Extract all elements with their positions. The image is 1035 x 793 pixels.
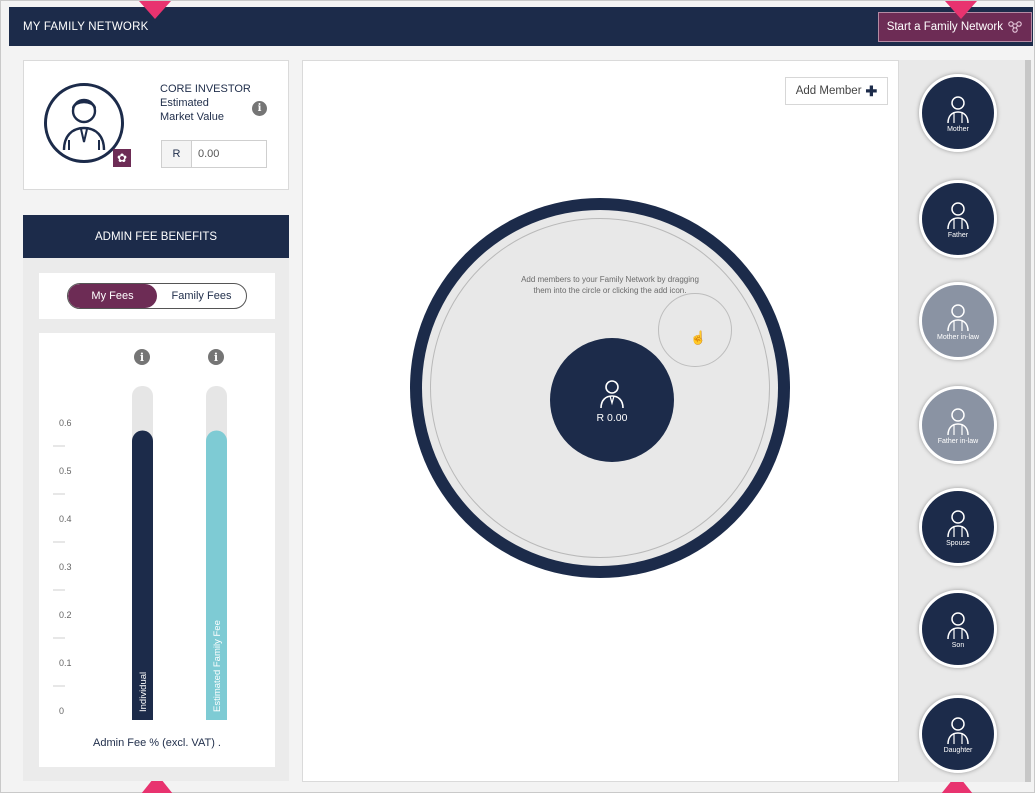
person-icon bbox=[947, 95, 969, 123]
network-drop-zone[interactable]: Add members to your Family Network by dr… bbox=[410, 198, 790, 578]
person-icon bbox=[947, 716, 969, 744]
member-label: Father in-law bbox=[937, 437, 979, 445]
core-amount: R 0.00 bbox=[596, 412, 628, 424]
person-icon bbox=[947, 611, 969, 639]
member-mother[interactable]: Mother bbox=[919, 74, 997, 152]
y-tick-label: 0.4 bbox=[59, 514, 72, 524]
market-value-label: Estimated Market Value bbox=[160, 97, 224, 123]
member-mother-in-law[interactable]: Mother in-law bbox=[919, 282, 997, 360]
bar-info-glyph: i bbox=[140, 351, 144, 364]
admin-fee-bar-chart: 0.6 0.5 0.4 0.3 0.2 0.1 0 i Individual i Estimated… bbox=[53, 349, 227, 720]
page-title: MY FAMILY NETWORK bbox=[23, 20, 149, 33]
chart-x-axis-label: Admin Fee % (excl. VAT) . bbox=[93, 737, 221, 749]
member-label: Mother in-law bbox=[936, 333, 979, 341]
family-network-area: Add Member ✚ Add members to your Family … bbox=[302, 60, 899, 782]
member-son[interactable]: Son bbox=[919, 590, 997, 668]
person-icon bbox=[947, 407, 969, 435]
member-rail-scrollbar[interactable] bbox=[1025, 60, 1031, 782]
admin-fee-heading: ADMIN FEE BENEFITS bbox=[23, 215, 289, 258]
person-icon bbox=[947, 201, 969, 229]
bar-category-label: Individual bbox=[138, 672, 149, 712]
fee-toggle[interactable]: My Fees Family Fees bbox=[67, 283, 247, 309]
my-fees-tab[interactable]: My Fees bbox=[68, 284, 157, 308]
core-investor-node[interactable]: R 0.00 bbox=[550, 338, 674, 462]
member-label: Daughter bbox=[943, 746, 973, 754]
y-tick-label: 0.3 bbox=[59, 562, 72, 572]
investor-label: CORE INVESTOR Estimated Market Value bbox=[160, 82, 255, 124]
settings-gear-icon[interactable]: ✿ bbox=[113, 149, 131, 167]
plus-icon: ✚ bbox=[865, 82, 878, 99]
start-family-network-label: Start a Family Network bbox=[886, 20, 1003, 33]
add-member-button[interactable]: Add Member ✚ bbox=[785, 77, 888, 105]
y-tick-label: 0.2 bbox=[59, 610, 72, 620]
pointer-marker-top-left bbox=[139, 1, 171, 19]
add-member-label: Add Member bbox=[795, 85, 862, 97]
network-ring: Add members to your Family Network by dr… bbox=[422, 210, 778, 566]
core-investor-card: ✿ CORE INVESTOR Estimated Market Value i… bbox=[23, 60, 289, 190]
person-icon bbox=[947, 509, 969, 537]
family-fees-tab[interactable]: Family Fees bbox=[157, 284, 246, 308]
investor-avatar[interactable] bbox=[44, 83, 124, 163]
currency-symbol: R bbox=[162, 141, 192, 167]
y-tick-label: 0.1 bbox=[59, 658, 72, 668]
member-father-in-law[interactable]: Father in-law bbox=[919, 386, 997, 464]
hand-pointer-icon: ☝ bbox=[690, 330, 707, 345]
market-value-info-icon[interactable]: i bbox=[252, 101, 267, 116]
member-label: Spouse bbox=[946, 539, 970, 547]
member-spouse[interactable]: Spouse bbox=[919, 488, 997, 566]
y-tick-label: 0.5 bbox=[59, 466, 72, 476]
market-value-input[interactable]: 0.00 bbox=[192, 141, 266, 167]
member-label: Mother bbox=[947, 125, 969, 133]
y-tick-label: 0 bbox=[59, 706, 64, 716]
drag-hint-text: Add members to your Family Network by dr… bbox=[521, 275, 699, 295]
admin-fee-panel: ADMIN FEE BENEFITS My Fees Family Fees 0… bbox=[23, 215, 289, 781]
member-daughter[interactable]: Daughter bbox=[919, 695, 997, 773]
person-icon bbox=[62, 98, 106, 151]
member-label: Father bbox=[947, 231, 969, 239]
page: MY FAMILY NETWORK Start a Family Network bbox=[0, 0, 1035, 793]
investor-role: CORE INVESTOR bbox=[160, 83, 251, 95]
member-father[interactable]: Father bbox=[919, 180, 997, 258]
network-icon bbox=[1008, 20, 1022, 33]
person-icon bbox=[947, 303, 969, 331]
bar-info-glyph: i bbox=[214, 351, 218, 364]
pointer-marker-top-right bbox=[945, 1, 977, 19]
admin-fee-chart: 0.6 0.5 0.4 0.3 0.2 0.1 0 i Individual i Estimated… bbox=[39, 333, 275, 767]
person-icon bbox=[600, 380, 624, 409]
market-value-field[interactable]: R 0.00 bbox=[161, 140, 267, 168]
family-member-rail: Mother Father Mother in-law Father in-law Sp… bbox=[899, 60, 1027, 782]
fee-toggle-container: My Fees Family Fees bbox=[39, 273, 275, 319]
y-tick-label: 0.6 bbox=[59, 418, 72, 428]
bar-category-label: Estimated Family Fee bbox=[212, 620, 223, 712]
member-label: Son bbox=[951, 641, 965, 649]
